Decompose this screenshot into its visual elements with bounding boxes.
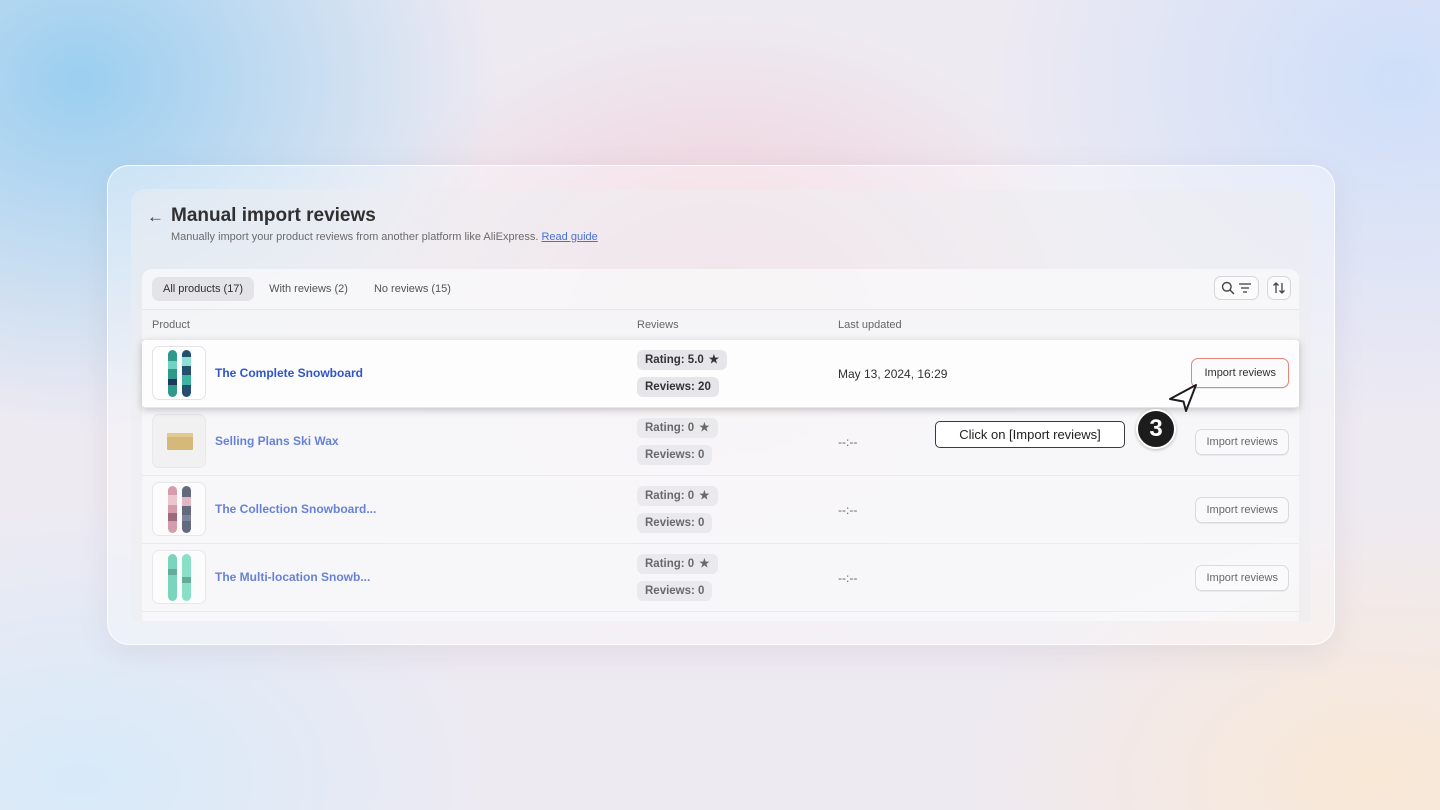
back-arrow-icon[interactable]: ← [147, 207, 167, 227]
rating-text: Rating: 0 [645, 422, 695, 434]
product-thumbnail [152, 414, 206, 468]
product-name-link[interactable]: The Collection Snowboard... [215, 502, 376, 516]
step-number-badge: 3 [1136, 409, 1176, 449]
star-icon: ★ [699, 422, 710, 434]
rating-text: Rating: 0 [645, 490, 695, 502]
rating-badge: Rating: 0 ★ [637, 418, 718, 438]
star-icon: ★ [699, 490, 710, 502]
reviews-count-text: Reviews: 20 [645, 381, 711, 393]
reviews-count-badge: Reviews: 0 [637, 445, 713, 465]
rating-text: Rating: 0 [645, 558, 695, 570]
reviews-count-text: Reviews: 0 [645, 585, 705, 597]
table-row: Selling Plans Ski Wax Rating: 0 ★ Review… [142, 408, 1299, 476]
tutorial-callout: Click on [Import reviews] [935, 421, 1125, 448]
filter-icon [1239, 283, 1251, 293]
last-updated-value: May 13, 2024, 16:29 [838, 367, 948, 381]
star-icon: ★ [708, 354, 720, 366]
table-row: The Multi-location Snowb... Rating: 0 ★ … [142, 544, 1299, 612]
tab-all-products[interactable]: All products (17) [152, 277, 255, 301]
last-updated-value: --:-- [838, 435, 858, 449]
rating-badge: Rating: 0 ★ [637, 554, 718, 574]
page-title: Manual import reviews [171, 205, 376, 226]
search-icon [1221, 281, 1235, 295]
page-subtitle: Manually import your product reviews fro… [171, 231, 598, 243]
column-reviews: Reviews [637, 319, 679, 331]
rating-text: Rating: 5.0 [645, 354, 704, 366]
last-updated-value: --:-- [838, 503, 858, 517]
last-updated-value: --:-- [838, 571, 858, 585]
import-reviews-button[interactable]: Import reviews [1195, 429, 1289, 455]
import-reviews-button[interactable]: Import reviews [1195, 497, 1289, 523]
column-product: Product [152, 319, 190, 331]
read-guide-link[interactable]: Read guide [541, 231, 597, 243]
product-name-link[interactable]: The Complete Snowboard [215, 366, 363, 380]
product-thumbnail [152, 550, 206, 604]
pointer-cursor-icon [1169, 384, 1197, 412]
import-reviews-button[interactable]: Import reviews [1191, 358, 1289, 388]
import-reviews-button[interactable]: Import reviews [1195, 565, 1289, 591]
reviews-count-text: Reviews: 0 [645, 449, 705, 461]
ski-wax-image [167, 433, 193, 450]
rating-badge: Rating: 0 ★ [637, 486, 718, 506]
product-name-link[interactable]: Selling Plans Ski Wax [215, 434, 339, 448]
app-panel: ← Manual import reviews Manually import … [131, 189, 1311, 621]
star-icon: ★ [699, 558, 710, 570]
reviews-count-badge: Reviews: 20 [637, 377, 719, 397]
snowboard-image [168, 486, 191, 533]
snowboard-image [168, 554, 191, 601]
table-row: The Collection Snowboard... Rating: 0 ★ … [142, 476, 1299, 544]
column-last-updated: Last updated [838, 319, 902, 331]
reviews-count-badge: Reviews: 0 [637, 513, 713, 533]
product-name-link[interactable]: The Multi-location Snowb... [215, 570, 370, 584]
product-thumbnail [152, 346, 206, 400]
sort-icon [1273, 282, 1285, 294]
table-row: The Complete Snowboard Rating: 5.0 ★ Rev… [142, 340, 1299, 408]
subtitle-text: Manually import your product reviews fro… [171, 231, 539, 243]
tab-no-reviews[interactable]: No reviews (15) [363, 277, 462, 301]
snowboard-image [168, 350, 191, 397]
search-filter-button[interactable] [1214, 276, 1259, 300]
reviews-count-text: Reviews: 0 [645, 517, 705, 529]
product-thumbnail [152, 482, 206, 536]
tab-with-reviews[interactable]: With reviews (2) [258, 277, 359, 301]
sort-button[interactable] [1267, 276, 1291, 300]
rating-badge: Rating: 5.0 ★ [637, 350, 728, 370]
filter-tabs: All products (17) With reviews (2) No re… [152, 277, 462, 301]
table-header: Product Reviews Last updated [142, 309, 1299, 341]
reviews-count-badge: Reviews: 0 [637, 581, 713, 601]
products-card: All products (17) With reviews (2) No re… [142, 269, 1299, 621]
